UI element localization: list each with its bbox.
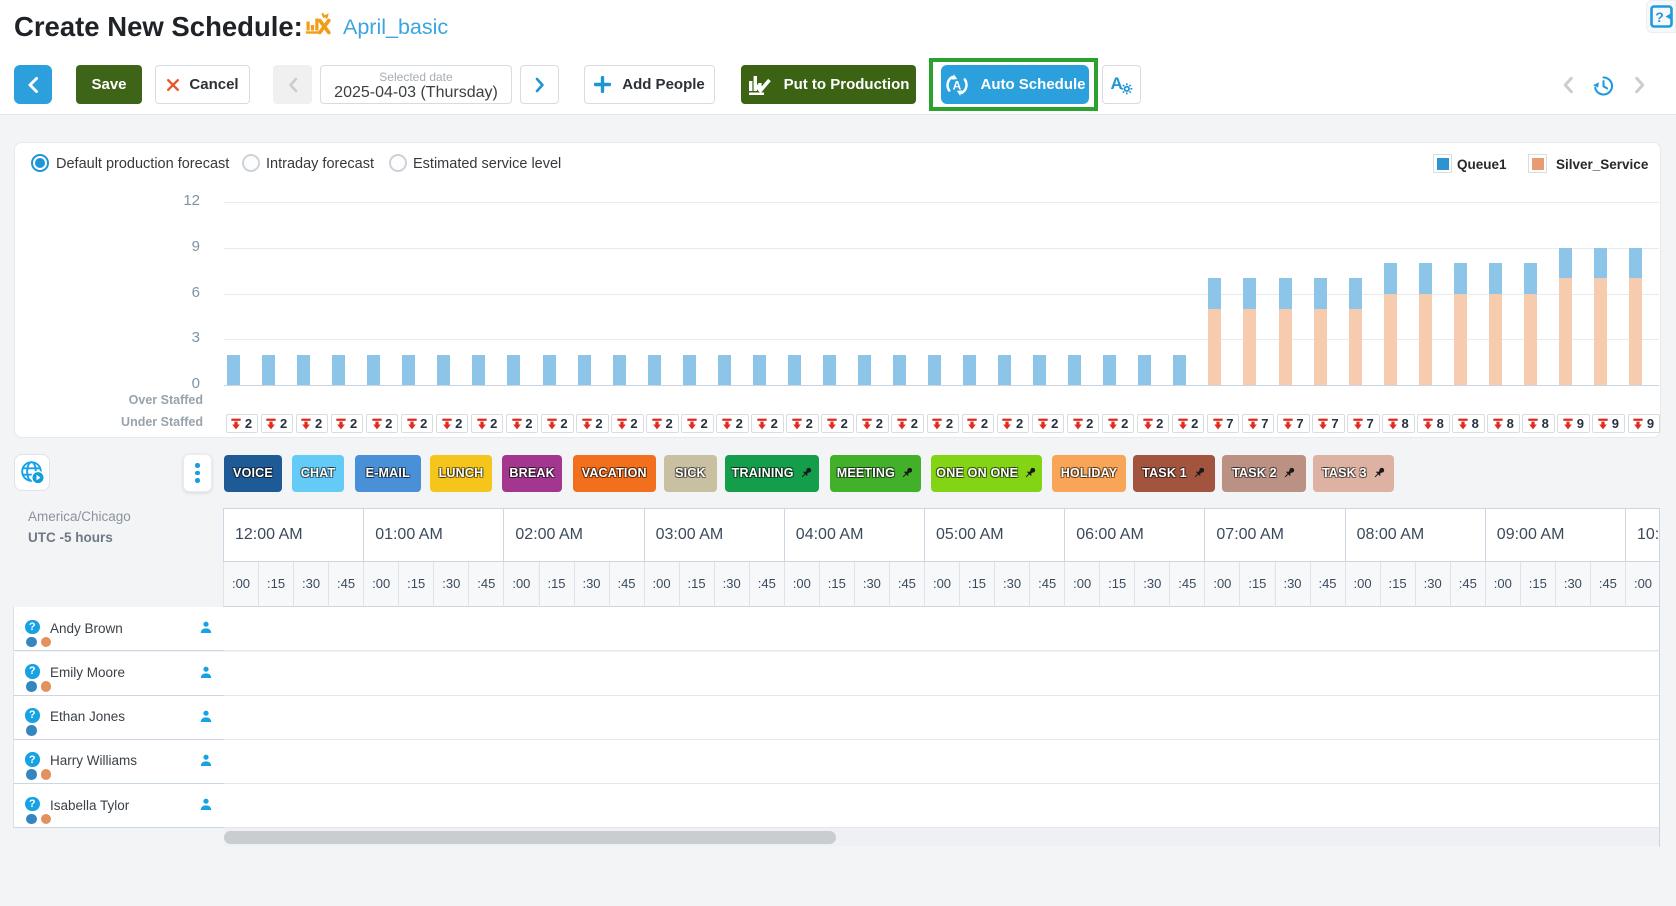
svg-text:A: A <box>1111 74 1123 93</box>
svg-text:A: A <box>953 78 962 92</box>
svg-text:?: ? <box>1655 9 1664 25</box>
